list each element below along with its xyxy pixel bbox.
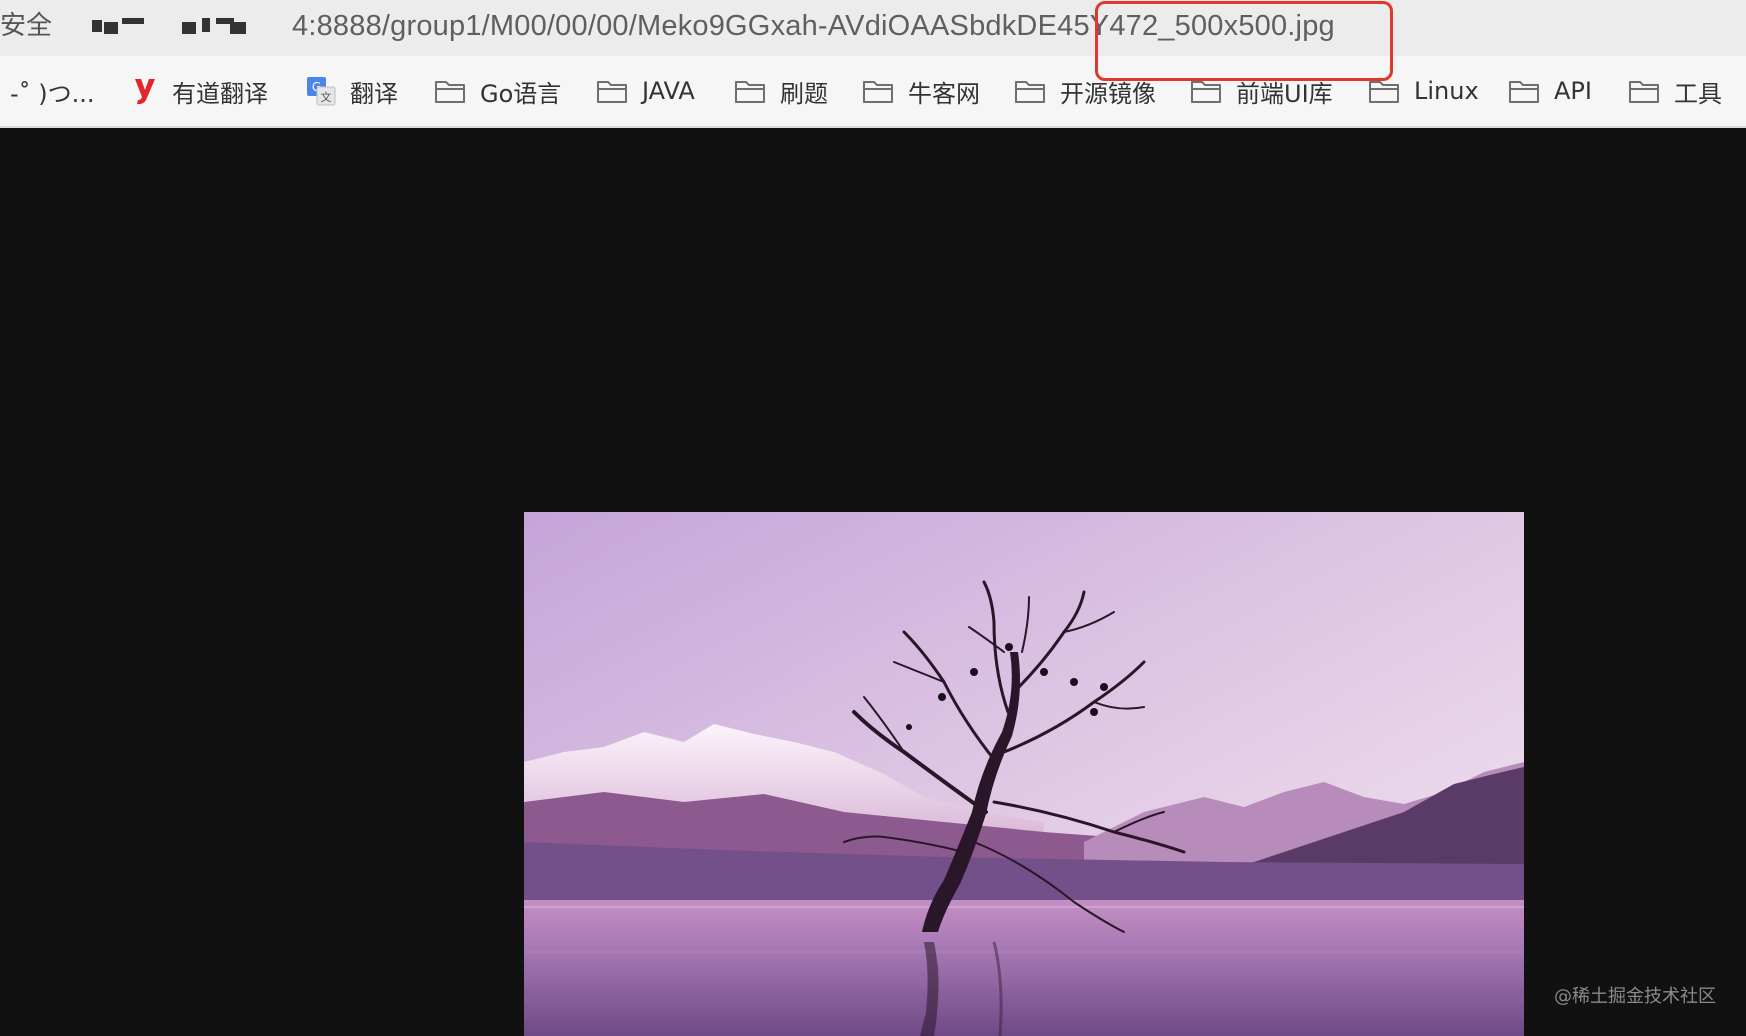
svg-text:文: 文 xyxy=(321,90,332,104)
photo-lake-tree[interactable] xyxy=(524,512,1524,1036)
bookmark-label: Linux xyxy=(1414,77,1479,105)
bookmark-label: 有道翻译 xyxy=(172,79,268,108)
bookmark-label: -˚ )つ... xyxy=(10,79,95,108)
bookmark-item-youdao[interactable]: 有道翻译 xyxy=(132,56,268,126)
bookmark-label: JAVA xyxy=(642,77,695,105)
url-text[interactable]: 4:8888/group1/M00/00/00/Meko9GGxah-AVdiO… xyxy=(292,6,1335,46)
redacted-host xyxy=(70,14,290,42)
image-viewer: @稀土掘金技术社区 xyxy=(0,128,1746,1036)
folder-icon xyxy=(1369,81,1399,103)
bookmark-item-api[interactable]: API xyxy=(1508,56,1592,126)
folder-icon xyxy=(863,81,893,103)
bookmark-label: Go语言 xyxy=(480,79,562,108)
bookmark-item-translate[interactable]: G 文 翻译 xyxy=(306,56,398,126)
bookmark-item-kaomoji[interactable]: -˚ )つ... xyxy=(10,56,95,126)
bookmarks-bar: -˚ )つ... 有道翻译 G 文 翻译 Go语言 JAVA 刷题 牛客网 开源… xyxy=(0,56,1746,128)
folder-icon xyxy=(1015,81,1045,103)
bookmark-label: 刷题 xyxy=(780,79,828,108)
security-label[interactable]: 安全 xyxy=(0,8,52,44)
address-bar[interactable]: 安全 4:8888/group1/M00/00/00/Meko9GGxah-AV… xyxy=(0,0,1746,56)
bookmark-item-go[interactable]: Go语言 xyxy=(434,56,561,126)
folder-icon xyxy=(1509,81,1539,103)
google-translate-icon: G 文 xyxy=(307,77,336,106)
bookmark-label: 工具 xyxy=(1674,79,1722,108)
bookmark-item-nowcoder[interactable]: 牛客网 xyxy=(862,56,980,126)
folder-icon xyxy=(1629,81,1659,103)
bookmark-item-tools[interactable]: 工具 xyxy=(1628,56,1722,126)
watermark-text: @稀土掘金技术社区 xyxy=(1554,986,1716,1007)
folder-icon xyxy=(435,81,465,103)
bookmark-label: 翻译 xyxy=(350,79,398,108)
bookmark-label: API xyxy=(1554,77,1592,105)
bookmark-item-frontend-ui[interactable]: 前端UI库 xyxy=(1190,56,1333,126)
bookmark-item-java[interactable]: JAVA xyxy=(596,56,695,126)
bookmark-label: 前端UI库 xyxy=(1236,79,1333,108)
bookmark-label: 开源镜像 xyxy=(1060,79,1156,108)
bookmark-item-mirrors[interactable]: 开源镜像 xyxy=(1014,56,1156,126)
folder-icon xyxy=(597,81,627,103)
folder-icon xyxy=(1191,81,1221,103)
youdao-logo-icon xyxy=(135,79,155,105)
bookmark-item-shuati[interactable]: 刷题 xyxy=(734,56,828,126)
folder-icon xyxy=(735,81,765,103)
bookmark-item-linux[interactable]: Linux xyxy=(1368,56,1479,126)
bookmark-label: 牛客网 xyxy=(908,79,980,108)
